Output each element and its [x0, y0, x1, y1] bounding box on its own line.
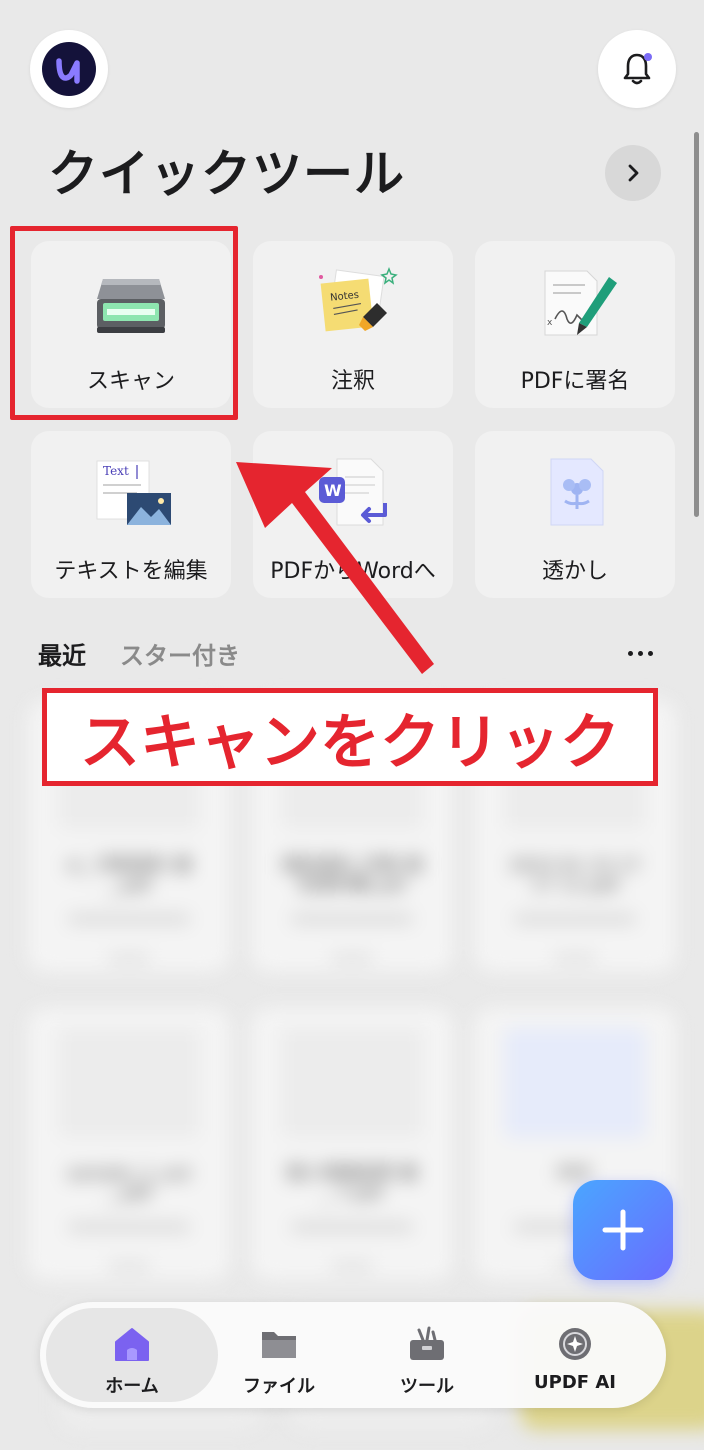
- svg-text:Text: Text: [103, 464, 129, 478]
- annotation-text: スキャンをクリック: [79, 707, 621, 779]
- ellipsis-icon: [647, 650, 653, 656]
- tool-card-annotate[interactable]: Notes 注釈: [253, 241, 453, 408]
- file-thumbnail: [504, 1028, 646, 1138]
- file-card[interactable]: sample_1_out _.pdf: [28, 1008, 230, 1280]
- svg-text:W: W: [324, 481, 342, 500]
- tool-label-pdf-to-word: PDFからWordへ: [270, 559, 436, 584]
- pen-signature-icon: x: [544, 270, 617, 336]
- file-date: [68, 1222, 190, 1232]
- ellipsis-icon: [637, 650, 643, 656]
- tool-label-watermark: 透かし: [541, 559, 608, 584]
- ai-sparkle-icon: [559, 1328, 591, 1360]
- tab-recent[interactable]: 最近: [38, 636, 86, 671]
- file-size: [331, 954, 373, 962]
- file-name: xl_ 印刷資料 書 _.pdf: [65, 856, 193, 896]
- nav-label-files: ファイル: [243, 1376, 315, 1397]
- svg-text:x: x: [547, 318, 553, 328]
- word-convert-icon: W: [319, 458, 387, 526]
- file-card[interactable]: 個人情報説明 書 _ 7.pdf: [251, 1008, 453, 1280]
- tab-starred[interactable]: スター付き: [120, 636, 240, 671]
- nav-label-tools: ツール: [400, 1376, 454, 1397]
- tool-label-sign: PDFに署名: [520, 369, 630, 394]
- text-image-edit-icon: Text: [96, 460, 171, 525]
- notification-bell-button[interactable]: [598, 30, 676, 108]
- nav-item-updf-ai[interactable]: UPDF AI: [510, 1302, 640, 1408]
- file-size: [108, 1262, 150, 1270]
- nav-label-home: ホーム: [105, 1376, 159, 1397]
- file-name: 2023 01 23 17 17 11.pdf: [509, 856, 641, 896]
- plus-icon: [602, 1209, 644, 1251]
- add-button[interactable]: [573, 1180, 673, 1280]
- toolbox-icon: [410, 1326, 444, 1360]
- scrollbar[interactable]: [694, 132, 699, 517]
- home-icon: [115, 1328, 149, 1361]
- file-date: [68, 914, 190, 924]
- watermark-icon: [550, 458, 604, 526]
- more-tools-button[interactable]: [605, 145, 661, 201]
- ellipsis-icon: [627, 650, 633, 656]
- annotation-highlight-box: [10, 226, 238, 420]
- bell-notification-icon: [623, 53, 652, 85]
- tool-card-watermark[interactable]: 透かし: [475, 431, 675, 598]
- file-name: 個別資料_印刷 個別資料集.pdf: [281, 856, 423, 896]
- nav-label-updf-ai: UPDF AI: [534, 1372, 616, 1393]
- file-name: sample_1_out _.pdf: [66, 1164, 192, 1204]
- nav-item-home[interactable]: ホーム: [46, 1308, 218, 1402]
- folder-icon: [262, 1332, 296, 1358]
- tool-card-sign[interactable]: x PDFに署名: [475, 241, 675, 408]
- notes-highlighter-icon: Notes: [319, 266, 398, 332]
- tool-card-pdf-to-word[interactable]: W PDFからWordへ: [253, 431, 453, 598]
- nav-item-tools[interactable]: ツール: [372, 1302, 482, 1408]
- app-logo-button[interactable]: [30, 30, 108, 108]
- file-size: [554, 954, 596, 962]
- updf-logo-icon: [42, 42, 96, 96]
- file-date: [291, 1222, 413, 1232]
- nav-item-files[interactable]: ファイル: [224, 1302, 334, 1408]
- file-name: 個人情報説明 書 _ 7.pdf: [286, 1164, 418, 1204]
- file-date: [514, 914, 636, 924]
- file-date: [291, 914, 413, 924]
- bottom-nav: ホーム ファイル ツール UPDF AI: [40, 1302, 666, 1408]
- file-thumbnail: [281, 1028, 423, 1138]
- chevron-right-icon: [628, 164, 639, 182]
- file-size: [108, 954, 150, 962]
- file-size: [331, 1262, 373, 1270]
- more-menu-button[interactable]: [622, 638, 658, 668]
- tool-label-edit-text: テキストを編集: [54, 559, 208, 584]
- tool-card-edit-text[interactable]: Text テキストを編集: [31, 431, 231, 598]
- page-title: クイックツール: [48, 145, 405, 203]
- tool-label-annotate: 注釈: [330, 369, 375, 394]
- annotation-banner: スキャンをクリック: [42, 688, 658, 786]
- file-thumbnail: [58, 1028, 200, 1138]
